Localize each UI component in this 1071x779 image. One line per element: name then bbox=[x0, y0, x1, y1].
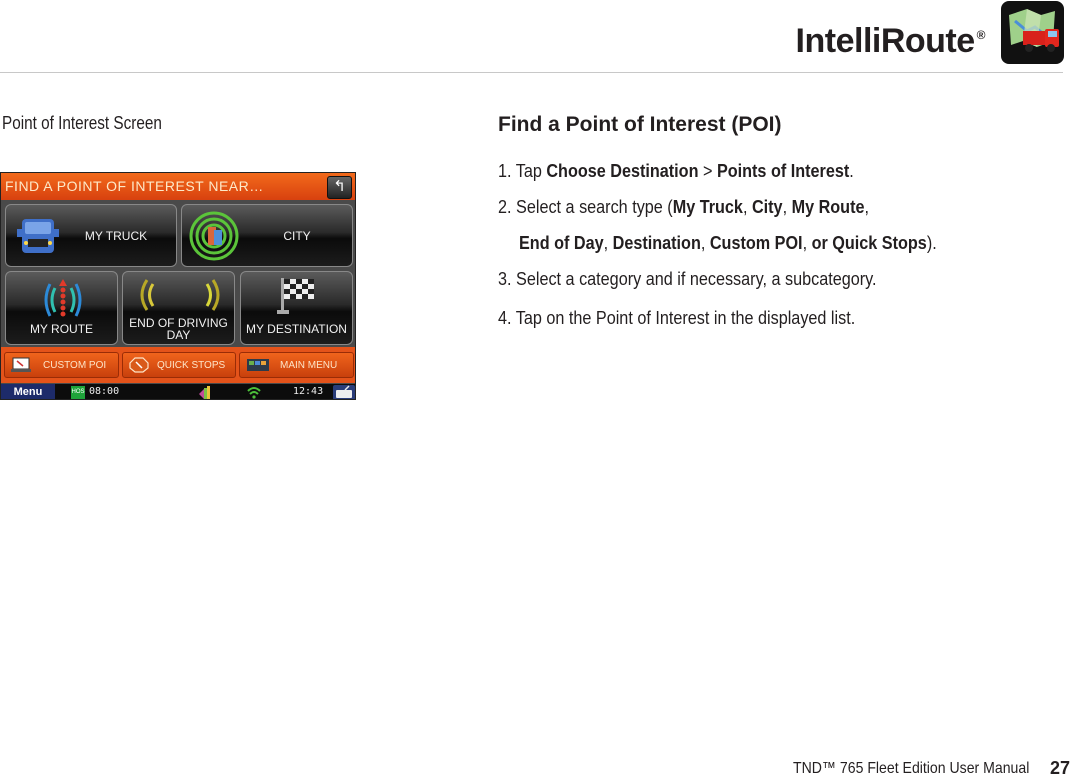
intelliroute-truck-map-icon bbox=[1001, 1, 1064, 64]
wifi-signal-icon bbox=[247, 387, 261, 399]
step-4: 4. Tap on the Point of Interest in the d… bbox=[498, 308, 855, 329]
separator: , bbox=[700, 233, 710, 253]
ui-term: Choose Destination bbox=[546, 161, 699, 181]
step-text: > bbox=[698, 161, 717, 181]
tile-city[interactable]: CITY bbox=[181, 204, 353, 267]
volume-icon[interactable] bbox=[199, 386, 211, 399]
step-number: 1. bbox=[498, 161, 512, 181]
clock: 12:43 bbox=[293, 386, 324, 397]
separator: , bbox=[603, 233, 613, 253]
step-3: 3. Select a category and if necessary, a… bbox=[498, 269, 877, 290]
tile-label: MY DESTINATION bbox=[246, 322, 347, 336]
ui-term: City bbox=[751, 197, 783, 217]
figure-caption: Point of Interest Screen bbox=[2, 113, 162, 133]
back-button[interactable]: ↰ bbox=[327, 176, 352, 199]
tile-label: END OF DRIVING DAY bbox=[123, 317, 234, 341]
tile-my-route[interactable]: MY ROUTE bbox=[5, 271, 118, 345]
ui-term: My Route bbox=[791, 197, 865, 217]
ui-term: End of Day bbox=[519, 233, 604, 253]
custom-poi-icon bbox=[11, 357, 31, 372]
ui-term: Destination bbox=[612, 233, 701, 253]
separator: , bbox=[802, 233, 812, 253]
back-arrow-icon: ↰ bbox=[333, 178, 346, 195]
tile-label-line2: DAY bbox=[166, 328, 191, 342]
keyboard-icon[interactable] bbox=[333, 385, 355, 399]
step-1: 1. Tap Choose Destination > Points of In… bbox=[498, 161, 854, 182]
route-icon bbox=[44, 279, 82, 317]
main-menu-button[interactable]: MAIN MENU bbox=[239, 352, 354, 378]
section-heading: Find a Point of Interest (POI) bbox=[498, 113, 782, 136]
screen-title-bar: FIND A POINT OF INTEREST NEAR… bbox=[1, 173, 355, 200]
ui-term: My Truck bbox=[672, 197, 743, 217]
tile-label: CITY bbox=[283, 229, 311, 243]
ui-term: Points of Interest bbox=[716, 161, 850, 181]
custom-poi-button[interactable]: CUSTOM POI bbox=[4, 352, 119, 378]
step-text: Select a category and if necessary, a su… bbox=[516, 269, 877, 289]
main-menu-icon bbox=[247, 359, 269, 371]
tile-label: MY TRUCK bbox=[84, 229, 148, 243]
button-label: MAIN MENU bbox=[280, 360, 338, 371]
quick-stops-icon bbox=[129, 357, 149, 373]
header-divider bbox=[0, 72, 1063, 73]
end-of-day-icon bbox=[140, 279, 220, 311]
tile-label: MY ROUTE bbox=[29, 322, 94, 336]
step-2-continued: End of Day, Destination, Custom POI, or … bbox=[519, 233, 937, 254]
step-number: 2. bbox=[498, 197, 512, 217]
separator: , bbox=[742, 197, 752, 217]
step-number: 3. bbox=[498, 269, 512, 289]
step-text: ). bbox=[926, 233, 937, 253]
ui-term: Custom POI bbox=[709, 233, 803, 253]
step-text: Tap on the Point of Interest in the disp… bbox=[515, 308, 856, 328]
step-text: Tap bbox=[515, 161, 547, 181]
poi-screenshot: FIND A POINT OF INTEREST NEAR… ↰ MY TRUC… bbox=[0, 172, 356, 400]
step-text: . bbox=[849, 161, 854, 181]
separator: , bbox=[782, 197, 792, 217]
separator: , bbox=[864, 197, 869, 217]
status-bar: Menu HOS 08:00 12:43 bbox=[1, 384, 355, 399]
button-label: QUICK STOPS bbox=[157, 360, 226, 371]
checkered-flag-icon bbox=[277, 278, 314, 314]
quick-stops-button[interactable]: QUICK STOPS bbox=[122, 352, 236, 378]
menu-button[interactable]: Menu bbox=[1, 384, 55, 399]
tile-end-of-driving-day[interactable]: END OF DRIVING DAY bbox=[122, 271, 235, 345]
registered-mark: ® bbox=[976, 28, 986, 42]
step-text: Select a search type ( bbox=[516, 197, 673, 217]
footer-manual-title: TND™ 765 Fleet Edition User Manual bbox=[793, 760, 1030, 777]
page-header-title: IntelliRoute ® bbox=[795, 22, 986, 61]
hos-badge[interactable]: HOS bbox=[71, 386, 85, 399]
product-name: IntelliRoute bbox=[795, 22, 976, 60]
page-number: 27 bbox=[1050, 758, 1071, 778]
step-number: 4. bbox=[498, 308, 512, 328]
ui-term: or Quick Stops bbox=[811, 233, 927, 253]
screen-title: FIND A POINT OF INTEREST NEAR… bbox=[5, 178, 264, 194]
step-2: 2. Select a search type (My Truck, City,… bbox=[498, 197, 869, 218]
tile-my-destination[interactable]: MY DESTINATION bbox=[240, 271, 353, 345]
hos-time: 08:00 bbox=[89, 386, 120, 397]
button-label: CUSTOM POI bbox=[43, 360, 107, 371]
tile-my-truck[interactable]: MY TRUCK bbox=[5, 204, 177, 267]
